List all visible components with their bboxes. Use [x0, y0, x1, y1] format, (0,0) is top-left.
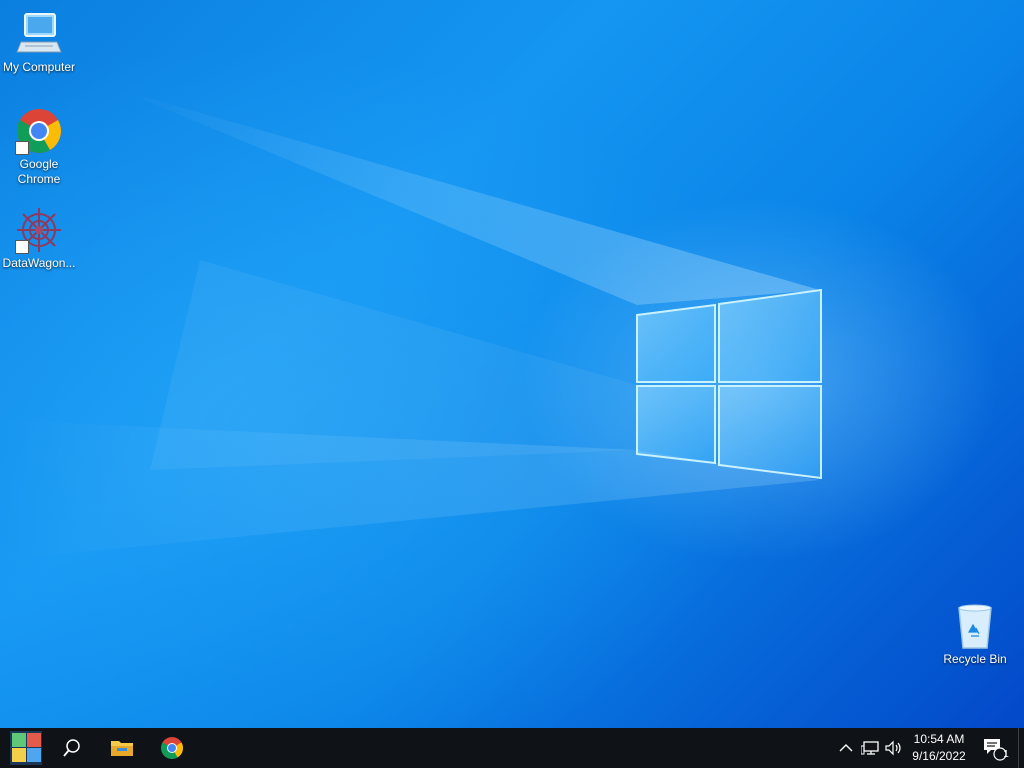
- network-icon: [861, 741, 879, 755]
- show-hidden-icons-button[interactable]: [834, 728, 858, 768]
- shortcut-arrow-icon: [15, 240, 29, 254]
- desktop-icon-label: Google Chrome: [17, 157, 61, 186]
- taskbar-file-explorer[interactable]: [98, 728, 146, 768]
- desktop-icon-datawagon[interactable]: DataWagon...: [0, 206, 78, 271]
- desktop-icon-google-chrome[interactable]: Google Chrome: [0, 107, 78, 187]
- shortcut-arrow-icon: [15, 141, 29, 155]
- clock-time: 10:54 AM: [913, 732, 965, 746]
- computer-icon: [15, 10, 63, 58]
- datawagon-icon: [15, 206, 63, 254]
- clock-button[interactable]: 10:54 AM 9/16/2022: [906, 728, 972, 768]
- chrome-icon: [15, 107, 63, 155]
- search-icon: [63, 739, 80, 757]
- desktop-icon-my-computer[interactable]: My Computer: [0, 10, 78, 75]
- taskbar: 10:54 AM 9/16/2022 1: [0, 728, 1024, 768]
- network-button[interactable]: [858, 728, 882, 768]
- desktop-icon-recycle-bin[interactable]: Recycle Bin: [936, 602, 1014, 667]
- show-desktop-button[interactable]: [1018, 728, 1024, 768]
- volume-button[interactable]: [882, 728, 906, 768]
- desktop[interactable]: My Computer Google Chrome DataWagon... R…: [0, 0, 1024, 728]
- file-explorer-icon: [111, 741, 133, 756]
- wallpaper-light-beams: [0, 90, 820, 560]
- windows-start-icon: [10, 731, 42, 765]
- windows-logo-wallpaper: [636, 288, 822, 480]
- volume-icon: [885, 740, 901, 756]
- chrome-icon: [161, 737, 183, 759]
- recycle-bin-icon: [951, 602, 999, 650]
- start-button[interactable]: [2, 728, 50, 768]
- action-center-button[interactable]: 1: [976, 728, 1012, 768]
- desktop-icon-label: Recycle Bin: [943, 652, 1007, 666]
- desktop-icon-label: My Computer: [2, 60, 76, 74]
- clock-date: 9/16/2022: [912, 749, 966, 763]
- notification-count-badge: 1: [1003, 749, 1009, 760]
- search-button[interactable]: [48, 728, 96, 768]
- taskbar-google-chrome[interactable]: [148, 728, 196, 768]
- chevron-up-icon: [839, 744, 853, 752]
- desktop-icon-label: DataWagon...: [2, 256, 76, 270]
